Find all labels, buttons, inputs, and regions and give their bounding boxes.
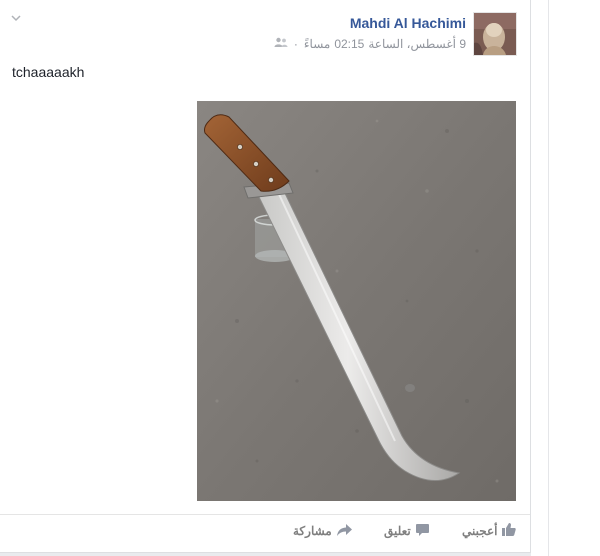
post-author[interactable]: Mahdi Al Hachimi (350, 15, 466, 31)
post-photo[interactable] (197, 101, 516, 501)
like-label: أعجبني (462, 524, 498, 538)
column-divider (548, 0, 549, 556)
share-arrow-icon (336, 523, 352, 539)
like-button[interactable]: أعجبني (462, 522, 517, 540)
comment-icon (415, 523, 429, 539)
post-actions-bar: أعجبني تعليق مشاركة (0, 514, 530, 547)
chevron-down-icon[interactable] (8, 10, 24, 26)
share-button[interactable]: مشاركة (293, 522, 352, 540)
post-card: Mahdi Al Hachimi 9 أغسطس، الساعة 02:15 م… (0, 0, 531, 553)
comment-button[interactable]: تعليق (384, 522, 429, 540)
share-label: مشاركة (293, 524, 332, 538)
post-meta: 9 أغسطس، الساعة 02:15 مساءً · (274, 36, 466, 52)
right-column (531, 0, 600, 556)
thumbs-up-icon (502, 523, 517, 539)
author-avatar[interactable] (473, 12, 517, 56)
post-period[interactable]: مساءً (304, 37, 330, 51)
meta-separator: · (293, 37, 298, 51)
post-text: tchaaaaakh (12, 64, 85, 80)
friends-icon[interactable] (274, 37, 288, 51)
comment-label: تعليق (384, 524, 411, 538)
post-time[interactable]: 02:15 (334, 37, 364, 51)
post-date[interactable]: 9 أغسطس، الساعة (368, 37, 466, 51)
